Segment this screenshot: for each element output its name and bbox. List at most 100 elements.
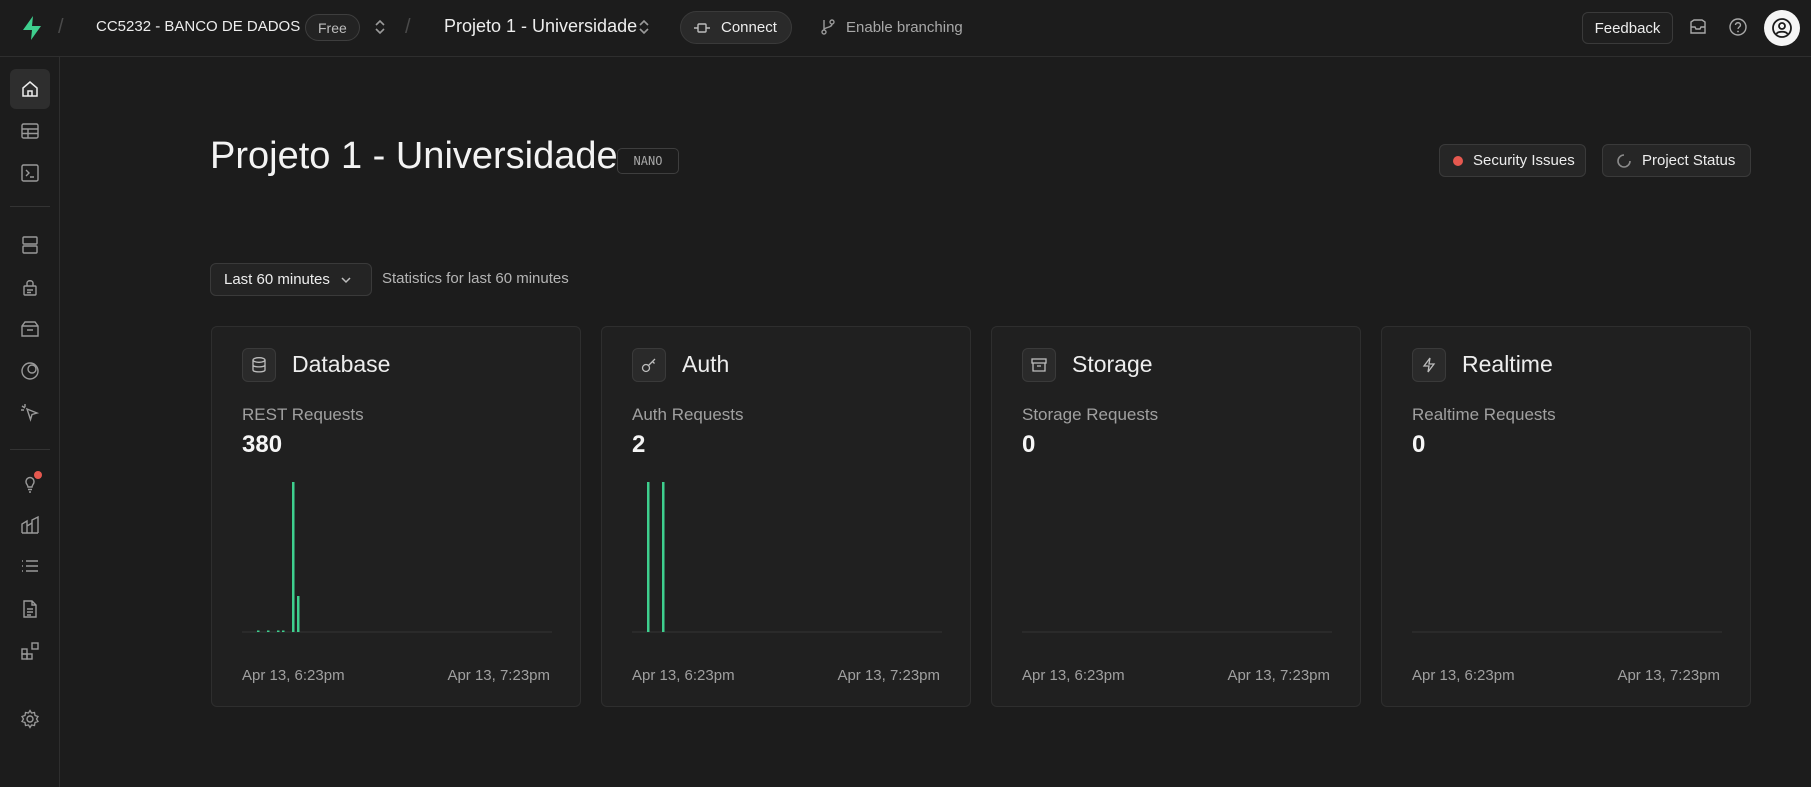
project-switch-chevron-icon[interactable] xyxy=(638,18,650,36)
rest-requests-chart xyxy=(242,482,552,633)
card-icon-box xyxy=(632,348,666,382)
sidebar-item-logs[interactable] xyxy=(10,547,50,587)
chart-axis-start: Apr 13, 6:23pm xyxy=(242,667,345,684)
loading-spinner-icon xyxy=(1617,153,1631,168)
plan-badge: Free xyxy=(305,14,360,41)
chart-axis-end: Apr 13, 7:23pm xyxy=(447,667,550,684)
api-docs-icon xyxy=(23,600,37,618)
chart-bar xyxy=(647,482,650,632)
metric-value: 2 xyxy=(632,431,646,458)
chart-axis-start: Apr 13, 6:23pm xyxy=(632,667,735,684)
chart-axis-end: Apr 13, 7:23pm xyxy=(1617,667,1720,684)
org-name[interactable]: CC5232 - BANCO DE DADOS xyxy=(96,18,300,35)
bolt-icon xyxy=(1422,357,1436,373)
settings-icon xyxy=(21,709,39,729)
connect-label: Connect xyxy=(721,19,777,36)
sidebar-item-realtime[interactable] xyxy=(10,393,50,433)
table-editor-icon xyxy=(21,123,39,139)
realtime-card[interactable]: Realtime Realtime Requests 0 Apr 13, 6:2… xyxy=(1381,326,1751,707)
chart-bar xyxy=(277,630,280,632)
chart-axis-end: Apr 13, 7:23pm xyxy=(837,667,940,684)
chevron-down-icon xyxy=(341,276,351,283)
sidebar-item-table-editor[interactable] xyxy=(10,111,50,151)
sidebar-item-reports[interactable] xyxy=(10,505,50,545)
edge-functions-icon xyxy=(21,362,39,380)
sidebar-item-database[interactable] xyxy=(10,225,50,265)
project-status-label: Project Status xyxy=(1642,152,1736,169)
sidebar-item-integrations[interactable] xyxy=(10,631,50,671)
chart-axis-end: Apr 13, 7:23pm xyxy=(1227,667,1330,684)
page-title: Projeto 1 - Universidade xyxy=(210,135,618,177)
sql-editor-icon xyxy=(21,164,39,182)
sidebar-item-edge-functions[interactable] xyxy=(10,351,50,391)
breadcrumb-separator: / xyxy=(58,16,64,38)
time-range-note: Statistics for last 60 minutes xyxy=(382,270,569,287)
auth-card[interactable]: Auth Auth Requests 2 Apr 13, 6:23pm Apr … xyxy=(601,326,971,707)
chart-bar xyxy=(257,630,260,632)
connect-button[interactable]: Connect xyxy=(680,11,792,44)
sidebar xyxy=(0,57,60,787)
metric-label: Auth Requests xyxy=(632,405,744,424)
sidebar-divider xyxy=(10,449,50,450)
chart-axis-start: Apr 13, 6:23pm xyxy=(1412,667,1515,684)
security-status-dot-icon xyxy=(1453,155,1463,166)
breadcrumb-separator: / xyxy=(405,16,411,38)
key-icon xyxy=(641,358,656,373)
sidebar-item-advisors[interactable] xyxy=(10,463,50,503)
realtime-cursor-icon xyxy=(21,404,40,422)
security-issues-button[interactable]: Security Issues xyxy=(1439,144,1586,177)
user-avatar[interactable] xyxy=(1764,10,1800,46)
time-range-dropdown[interactable]: Last 60 minutes xyxy=(210,263,372,296)
chart-bar xyxy=(297,596,300,632)
integrations-icon xyxy=(21,642,39,660)
sidebar-item-storage[interactable] xyxy=(10,309,50,349)
metric-value: 380 xyxy=(242,431,283,458)
sidebar-item-sql-editor[interactable] xyxy=(10,153,50,193)
org-switch-chevron-icon[interactable] xyxy=(374,18,386,36)
card-title: Realtime xyxy=(1462,351,1553,377)
metric-value: 0 xyxy=(1022,431,1036,458)
sidebar-item-settings[interactable] xyxy=(10,699,50,739)
home-icon xyxy=(22,81,38,97)
card-icon-box xyxy=(1022,348,1056,382)
project-name[interactable]: Projeto 1 - Universidade xyxy=(444,16,637,37)
card-icon-box xyxy=(1412,348,1446,382)
compute-size-badge: NANO xyxy=(617,148,679,174)
metric-label: REST Requests xyxy=(242,405,364,424)
card-icon-box xyxy=(242,348,276,382)
feedback-button[interactable]: Feedback xyxy=(1582,12,1673,44)
project-status-button[interactable]: Project Status xyxy=(1602,144,1751,177)
git-branch-icon xyxy=(821,19,835,35)
supabase-logo-icon[interactable] xyxy=(18,14,46,42)
database-card[interactable]: Database REST Requests 380 Apr 13, 6:23p… xyxy=(211,326,581,707)
chart-bar xyxy=(292,482,295,632)
card-title: Auth xyxy=(682,351,730,377)
metric-label: Realtime Requests xyxy=(1412,405,1556,424)
storage-card[interactable]: Storage Storage Requests 0 Apr 13, 6:23p… xyxy=(991,326,1361,707)
logs-icon xyxy=(22,560,38,572)
storage-requests-chart xyxy=(1022,631,1332,633)
realtime-requests-chart xyxy=(1412,631,1722,633)
branching-label: Enable branching xyxy=(846,18,963,36)
top-bar: / CC5232 - BANCO DE DADOS Free / Projeto… xyxy=(0,0,1811,57)
security-issues-label: Security Issues xyxy=(1473,152,1575,169)
help-icon[interactable] xyxy=(1727,16,1749,38)
auth-lock-icon xyxy=(23,280,37,296)
chart-axis-start: Apr 13, 6:23pm xyxy=(1022,667,1125,684)
reports-icon xyxy=(21,515,39,534)
sidebar-divider xyxy=(10,206,50,207)
enable-branching-button[interactable]: Enable branching xyxy=(820,15,963,39)
sidebar-item-auth[interactable] xyxy=(10,267,50,307)
metric-value: 0 xyxy=(1412,431,1426,458)
plug-icon xyxy=(694,22,710,33)
card-title: Database xyxy=(292,351,391,377)
sidebar-item-home[interactable] xyxy=(10,69,50,109)
chart-bar xyxy=(662,482,665,632)
chart-bar xyxy=(267,630,270,632)
inbox-icon[interactable] xyxy=(1687,16,1709,38)
chart-bar xyxy=(282,630,285,632)
archive-icon xyxy=(1031,358,1047,372)
sidebar-item-api-docs[interactable] xyxy=(10,589,50,629)
notification-dot xyxy=(34,471,42,479)
database-icon xyxy=(252,357,266,373)
